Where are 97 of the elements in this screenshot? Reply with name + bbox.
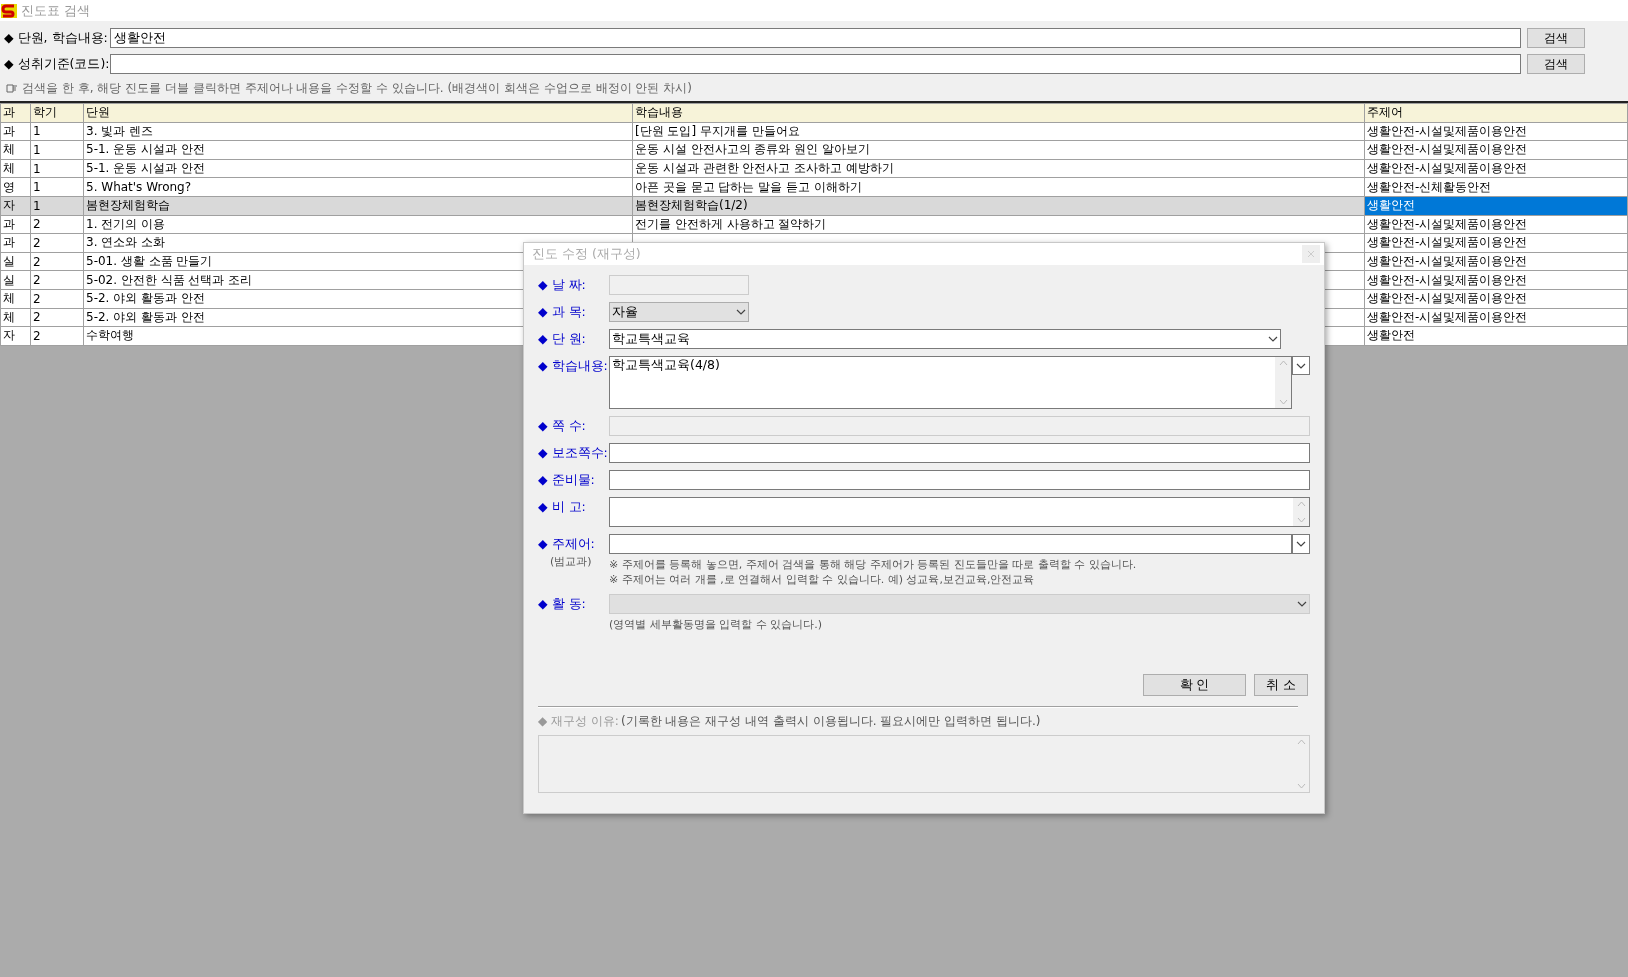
table-cell: 1 — [30, 159, 84, 178]
chevron-icon — [1296, 362, 1306, 369]
table-cell: 자 — [0, 326, 31, 346]
table-cell: 1 — [30, 122, 84, 141]
table-cell: 실 — [0, 252, 31, 271]
cancel-button[interactable]: 취 소 — [1254, 674, 1308, 696]
theme-field[interactable] — [609, 534, 1292, 554]
table-cell: [단원 도입] 무지개를 만들어요 — [632, 122, 1365, 141]
field-label: ◆ 쪽 수: — [538, 417, 586, 435]
column-header[interactable]: 과 — [0, 103, 31, 123]
table-cell: 과 — [0, 122, 31, 141]
reason-label: ◆ 재구성 이유: — [538, 712, 619, 730]
column-header[interactable]: 단원 — [83, 103, 633, 123]
table-cell[interactable]: 생활안전-시설및제품이용안전 — [1364, 159, 1628, 178]
chevron-icon — [1296, 541, 1306, 547]
table-cell: 영 — [0, 177, 31, 197]
field-sublabel: (범교과) — [549, 554, 592, 569]
help-note: ※ 주제어를 등록해 놓으면, 주제어 검색을 통해 해당 주제어가 등록된 진도들만을 따로 출력할 수 있습니다. — [609, 557, 1138, 572]
field-label: ◆ 학습내용: — [538, 357, 608, 375]
table-cell: 체 — [0, 289, 31, 309]
field-label: ◆ 주제어: — [538, 535, 595, 553]
table-cell[interactable]: 생활안전-신체활동안전 — [1364, 177, 1628, 197]
field-label: ◆ 활 동: — [538, 595, 586, 613]
confirm-button[interactable]: 확 인 — [1143, 674, 1246, 696]
column-header[interactable]: 학기 — [30, 103, 84, 123]
table-cell[interactable]: 생활안전-시설및제품이용안전 — [1364, 122, 1628, 141]
chevron-icon — [736, 309, 746, 315]
table-cell[interactable]: 생활안전-시설및제품이용안전 — [1364, 140, 1628, 160]
table-cell: 5-1. 운동 시설과 안전 — [83, 140, 633, 160]
table-cell: 2 — [30, 289, 84, 309]
hint-text: 검색을 한 후, 해당 진도를 더블 클릭하면 주제어나 내용을 수정할 수 있습니다. (배경색이 회색은 수업으로 배정이 안된 차시) — [22, 79, 692, 97]
table-cell[interactable]: 생활안전-시설및제품이용안전 — [1364, 233, 1628, 253]
scroll-up-icon[interactable] — [1278, 360, 1288, 366]
combo-field[interactable]: 학교특색교육 — [609, 329, 1281, 349]
pointing-hand-icon — [6, 82, 18, 94]
table-cell: 운동 시설과 관련한 안전사고 조사하고 예방하기 — [632, 159, 1365, 178]
table-cell: 2 — [30, 308, 84, 327]
table-cell: 전기를 안전하게 사용하고 절약하기 — [632, 215, 1365, 234]
table-cell: 1 — [30, 140, 84, 160]
table-cell: 과 — [0, 215, 31, 234]
field-label: ◆ 준비물: — [538, 471, 595, 489]
content-textarea[interactable]: 학교특색교육(4/8) — [609, 356, 1292, 409]
table-cell: 5-1. 운동 시설과 안전 — [83, 159, 633, 178]
table-cell[interactable]: 생활안전 — [1364, 326, 1628, 346]
table-cell: 과 — [0, 233, 31, 253]
table-cell: 체 — [0, 140, 31, 160]
scroll-down-icon[interactable] — [1296, 783, 1306, 789]
table-cell: 아픈 곳을 묻고 답하는 말을 듣고 이해하기 — [632, 177, 1365, 197]
scroll-up-icon[interactable] — [1296, 501, 1306, 507]
table-cell: 2 — [30, 215, 84, 234]
text-field[interactable] — [609, 443, 1310, 463]
table-cell: 2 — [30, 252, 84, 271]
app-logo-icon — [1, 2, 17, 19]
help-note: ※ 주제어는 여러 개를 ,로 연결해서 입력할 수 있습니다. 예) 성교육,보건교육,안전교육 — [609, 572, 1036, 587]
reason-note: (기록한 내용은 재구성 내역 출력시 이용됩니다. 필요시에만 입력하면 됩니다.) — [620, 712, 1041, 730]
search-field[interactable]: 생활안전 — [110, 28, 1521, 48]
scroll-down-icon[interactable] — [1296, 517, 1306, 523]
scroll-down-icon[interactable] — [1278, 399, 1288, 405]
search-button[interactable]: 검색 — [1527, 28, 1585, 48]
table-cell: 2 — [30, 270, 84, 290]
chevron-icon — [1297, 601, 1307, 607]
table-cell: 1 — [30, 177, 84, 197]
table-cell[interactable]: 생활안전-시설및제품이용안전 — [1364, 289, 1628, 309]
scroll-up-icon[interactable] — [1296, 739, 1306, 745]
window-title: 진도표 검색 — [21, 1, 91, 20]
table-cell: 2 — [30, 233, 84, 253]
close-button[interactable] — [1302, 245, 1320, 263]
table-cell: 실 — [0, 270, 31, 290]
dropdown-button[interactable] — [1292, 356, 1310, 375]
search-label: ◆ 성취기준(코드): — [4, 55, 110, 73]
close-icon — [1308, 251, 1314, 257]
column-header[interactable]: 주제어 — [1364, 103, 1628, 123]
table-cell: 체 — [0, 159, 31, 178]
text-field[interactable] — [609, 470, 1310, 490]
table-cell: 5. What's Wrong? — [83, 177, 633, 197]
subject-dropdown[interactable]: 자율 — [609, 302, 749, 322]
search-button[interactable]: 검색 — [1527, 54, 1585, 74]
table-cell: 2 — [30, 326, 84, 346]
memo-textarea[interactable] — [609, 497, 1310, 527]
field-label: ◆ 보조쪽수: — [538, 444, 608, 462]
search-field[interactable] — [110, 54, 1521, 74]
field-label: ◆ 단 원: — [538, 330, 586, 348]
table-cell[interactable]: 생활안전-시설및제품이용안전 — [1364, 252, 1628, 271]
table-cell: 운동 시설 안전사고의 종류와 원인 알아보기 — [632, 140, 1365, 160]
column-header[interactable]: 학습내용 — [632, 103, 1365, 123]
table-cell: 1. 전기의 이용 — [83, 215, 633, 234]
field-label: ◆ 비 고: — [538, 498, 586, 516]
table-cell[interactable]: 생활안전-시설및제품이용안전 — [1364, 308, 1628, 327]
table-cell: 3. 빛과 렌즈 — [83, 122, 633, 141]
dropdown-button[interactable] — [1292, 534, 1310, 554]
help-note: (영역별 세부활동명을 입력할 수 있습니다.) — [609, 617, 824, 632]
search-label: ◆ 단원, 학습내용: — [4, 29, 109, 47]
table-cell[interactable]: 생활안전-시설및제품이용안전 — [1364, 215, 1628, 234]
reason-textarea[interactable] — [538, 735, 1310, 793]
table-cell: 체 — [0, 308, 31, 327]
chevron-icon — [1268, 336, 1278, 342]
table-cell[interactable]: 생활안전-시설및제품이용안전 — [1364, 270, 1628, 290]
